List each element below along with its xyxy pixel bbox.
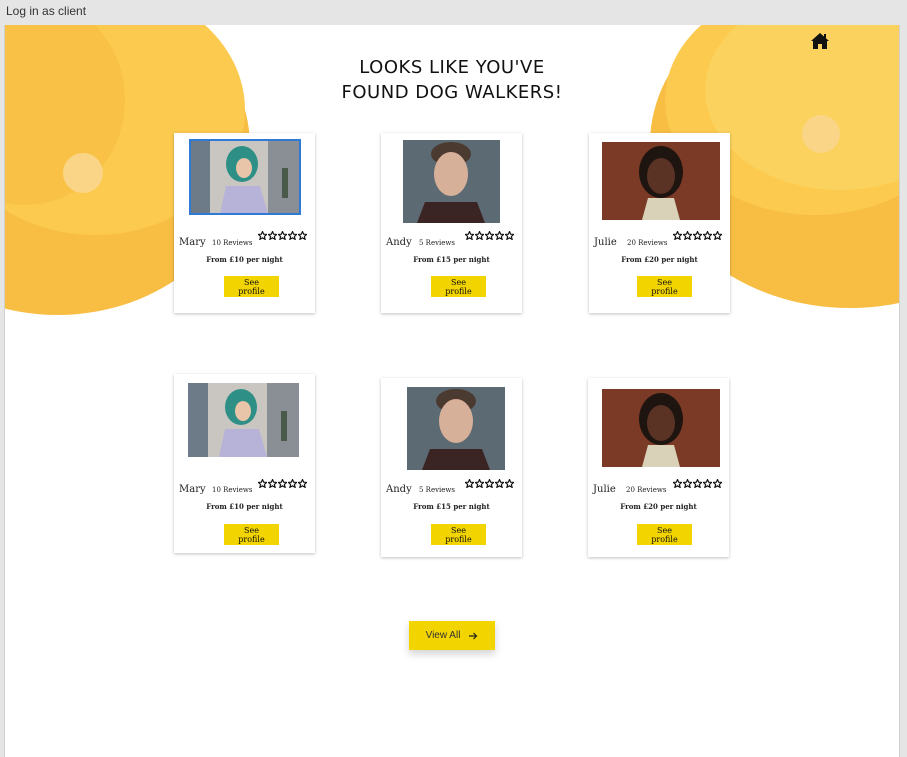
see-profile-button[interactable]: See profile — [431, 276, 486, 297]
walker-card: Mary 10 Reviews From £10 per night See p… — [174, 133, 315, 313]
walker-name: Andy — [386, 484, 412, 495]
star-outline-icon — [683, 479, 692, 488]
page-canvas: LOOKS LIKE YOU'VE FOUND DOG WALKERS! Mar… — [4, 25, 900, 757]
walker-reviews: 5 Reviews — [419, 486, 456, 494]
star-outline-icon — [703, 231, 712, 240]
star-outline-icon — [485, 231, 494, 240]
star-outline-icon — [465, 479, 474, 488]
walker-name: Julie — [593, 484, 616, 495]
page-title: LOOKS LIKE YOU'VE FOUND DOG WALKERS! — [5, 55, 899, 105]
see-profile-button[interactable]: See profile — [224, 524, 279, 545]
walker-reviews: 5 Reviews — [419, 239, 456, 247]
page-title-line2: FOUND DOG WALKERS! — [341, 82, 563, 103]
walker-photo[interactable] — [602, 389, 720, 467]
walker-price: From £15 per night — [413, 255, 490, 264]
walker-card: Julie 20 Reviews From £20 per night See … — [589, 133, 730, 313]
walker-card: Julie 20 Reviews From £20 per night See … — [588, 378, 729, 557]
walker-name: Mary — [179, 237, 206, 248]
star-outline-icon — [505, 231, 514, 240]
star-outline-icon — [475, 479, 484, 488]
see-profile-button[interactable]: See profile — [637, 524, 692, 545]
star-outline-icon — [298, 231, 307, 240]
star-outline-icon — [673, 231, 682, 240]
see-profile-button[interactable]: See profile — [637, 276, 692, 297]
rating-stars — [465, 479, 514, 488]
walker-reviews: 20 Reviews — [627, 239, 668, 247]
star-outline-icon — [693, 479, 702, 488]
rating-stars — [258, 479, 307, 488]
page-title-line1: LOOKS LIKE YOU'VE — [359, 57, 545, 78]
see-profile-button[interactable]: See profile — [431, 524, 486, 545]
walker-card: Andy 5 Reviews From £15 per night See pr… — [381, 378, 522, 557]
star-outline-icon — [268, 231, 277, 240]
star-outline-icon — [278, 231, 287, 240]
star-outline-icon — [683, 231, 692, 240]
star-outline-icon — [475, 231, 484, 240]
walker-price: From £15 per night — [413, 502, 490, 511]
star-outline-icon — [673, 479, 682, 488]
star-outline-icon — [693, 231, 702, 240]
rating-stars — [673, 479, 722, 488]
walker-photo[interactable] — [602, 142, 720, 220]
star-outline-icon — [258, 231, 267, 240]
walker-reviews: 10 Reviews — [212, 486, 253, 494]
star-outline-icon — [288, 231, 297, 240]
star-outline-icon — [298, 479, 307, 488]
star-outline-icon — [278, 479, 287, 488]
star-outline-icon — [258, 479, 267, 488]
walker-reviews: 10 Reviews — [212, 239, 253, 247]
home-icon[interactable] — [810, 32, 830, 50]
walker-photo[interactable] — [188, 383, 299, 457]
walker-photo[interactable] — [189, 139, 301, 215]
view-all-label: View All — [425, 630, 461, 641]
star-outline-icon — [485, 479, 494, 488]
star-outline-icon — [713, 479, 722, 488]
rating-stars — [465, 231, 514, 240]
star-outline-icon — [703, 479, 712, 488]
walker-card: Mary 10 Reviews From £10 per night See p… — [174, 374, 315, 553]
walker-reviews: 20 Reviews — [626, 486, 667, 494]
arrow-right-icon — [469, 632, 478, 639]
window-title: Log in as client — [6, 4, 87, 18]
walker-price: From £10 per night — [206, 255, 283, 264]
window-titlebar: Log in as client — [0, 0, 907, 25]
walker-price: From £20 per night — [621, 255, 698, 264]
walker-name: Julie — [594, 237, 617, 248]
star-outline-icon — [268, 479, 277, 488]
star-outline-icon — [495, 479, 504, 488]
view-all-button[interactable]: View All — [409, 621, 495, 650]
see-profile-button[interactable]: See profile — [224, 276, 279, 297]
walker-photo[interactable] — [407, 387, 505, 470]
walker-name: Mary — [179, 484, 206, 495]
walker-price: From £20 per night — [620, 502, 697, 511]
star-outline-icon — [465, 231, 474, 240]
walker-price: From £10 per night — [206, 502, 283, 511]
star-outline-icon — [505, 479, 514, 488]
star-outline-icon — [288, 479, 297, 488]
walker-name: Andy — [386, 237, 412, 248]
walker-card: Andy 5 Reviews From £15 per night See pr… — [381, 133, 522, 313]
star-outline-icon — [713, 231, 722, 240]
star-outline-icon — [495, 231, 504, 240]
walker-photo[interactable] — [403, 140, 500, 223]
rating-stars — [258, 231, 307, 240]
rating-stars — [673, 231, 722, 240]
